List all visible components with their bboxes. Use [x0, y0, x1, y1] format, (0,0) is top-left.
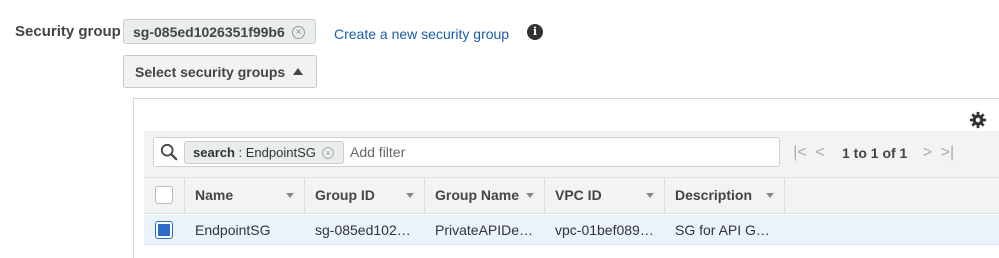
column-header-group-name[interactable]: Group Name	[425, 177, 545, 214]
info-icon[interactable]: i	[527, 24, 543, 40]
last-page-button[interactable]: >|	[937, 144, 957, 162]
gear-icon[interactable]	[969, 111, 987, 129]
select-security-groups-button[interactable]: Select security groups	[123, 55, 317, 88]
select-security-groups-label: Select security groups	[135, 63, 286, 80]
sort-icon[interactable]	[766, 193, 774, 198]
pagination-text: 1 to 1 of 1	[842, 144, 908, 161]
sort-icon[interactable]	[646, 193, 654, 198]
sort-icon[interactable]	[526, 193, 534, 198]
remove-token-icon[interactable]: ×	[292, 26, 305, 39]
caret-up-icon	[293, 68, 304, 75]
column-header-description-label: Description	[675, 187, 753, 203]
cell-vpc-id: vpc-01bef089…	[555, 222, 654, 238]
selected-security-group-token: sg-085ed1026351f99b6 ×	[123, 19, 316, 44]
pagination: |< < 1 to 1 of 1 > >|	[790, 141, 957, 164]
first-page-button[interactable]: |<	[790, 144, 810, 162]
column-header-vpc-id-label: VPC ID	[555, 187, 602, 203]
security-group-label: Security group	[15, 23, 121, 40]
column-header-description[interactable]: Description	[665, 177, 785, 214]
row-checkbox-checked[interactable]	[155, 221, 173, 239]
next-page-button[interactable]: >	[917, 144, 937, 162]
add-filter-placeholder[interactable]: Add filter	[350, 141, 405, 164]
prev-page-button[interactable]: <	[810, 144, 830, 162]
select-all-checkbox[interactable]	[155, 186, 173, 204]
column-header-name-label: Name	[195, 187, 234, 203]
cell-group-id: sg-085ed102…	[315, 222, 411, 238]
sort-icon[interactable]	[406, 193, 414, 198]
cell-name: EndpointSG	[195, 222, 271, 238]
filter-token: search : EndpointSG ×	[184, 141, 344, 164]
cell-description: SG for API G…	[675, 222, 770, 238]
column-header-group-id[interactable]: Group ID	[305, 177, 425, 214]
column-header-name[interactable]: Name	[185, 177, 305, 214]
filter-token-separator: :	[234, 145, 246, 160]
create-security-group-link[interactable]: Create a new security group	[334, 26, 509, 42]
filter-token-key: search	[193, 145, 235, 160]
selected-security-group-id: sg-085ed1026351f99b6	[133, 23, 285, 40]
column-header-vpc-id[interactable]: VPC ID	[545, 177, 665, 214]
column-header-group-id-label: Group ID	[315, 187, 375, 203]
cell-group-name: PrivateAPIDe…	[435, 222, 534, 238]
filter-token-value: EndpointSG	[245, 145, 316, 160]
sort-icon[interactable]	[286, 193, 294, 198]
remove-filter-icon[interactable]: ×	[322, 147, 334, 159]
search-icon	[160, 143, 178, 161]
column-header-group-name-label: Group Name	[435, 187, 520, 203]
